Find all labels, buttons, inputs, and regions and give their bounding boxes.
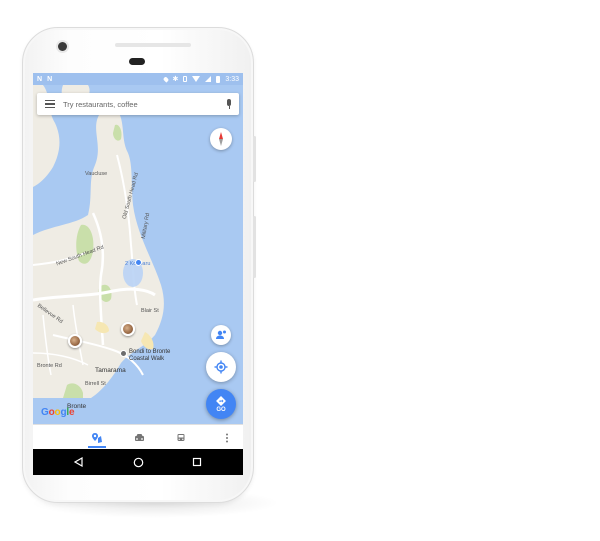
notification-icon: N (37, 75, 43, 83)
poi-bondi-walk-label: Bondi to Bronte Coastal Walk (129, 349, 171, 362)
volume-button (253, 216, 256, 278)
back-icon (74, 457, 83, 467)
home-button[interactable] (125, 449, 151, 475)
label-bronte-rd: Bronte Rd (37, 363, 62, 369)
explore-icon (92, 432, 102, 443)
bottom-navigation (33, 424, 243, 449)
vibrate-icon (183, 76, 188, 82)
tab-transit[interactable] (169, 425, 193, 449)
my-location-button[interactable] (206, 352, 236, 382)
notification-icon: N (47, 75, 53, 83)
front-camera (58, 42, 67, 51)
current-location-dot (135, 259, 142, 266)
earpiece-speaker (115, 43, 191, 47)
location-icon (162, 75, 169, 83)
screen: Vaucluse New South Head Rd Old South Hea… (33, 73, 243, 449)
tab-driving[interactable] (127, 425, 151, 449)
recents-icon (192, 457, 202, 467)
compass-icon (219, 132, 223, 146)
label-tamarama: Tamarama (95, 367, 126, 374)
search-input[interactable] (63, 94, 219, 114)
bluetooth-icon: ✱ (172, 76, 179, 83)
label-vaucluse: Vaucluse (85, 171, 108, 177)
tab-explore[interactable] (85, 425, 109, 449)
share-location-button[interactable] (211, 325, 231, 345)
friend-avatar-1[interactable] (121, 322, 135, 336)
microphone-icon[interactable] (219, 93, 239, 115)
recents-button[interactable] (184, 449, 210, 475)
my-location-icon (214, 360, 228, 374)
poi-marker-icon (120, 350, 127, 357)
signal-icon (205, 76, 212, 82)
status-time: 3:33 (225, 75, 239, 83)
phone-frame: Vaucluse New South Head Rd Old South Hea… (22, 27, 256, 503)
system-navigation-bar (33, 449, 243, 475)
label-blair-st: Blair St (141, 308, 159, 314)
poi-bondi-walk[interactable]: Bondi to Bronte Coastal Walk (120, 349, 170, 363)
power-button (253, 136, 256, 182)
directions-icon (216, 395, 226, 406)
home-icon (133, 457, 143, 467)
menu-icon[interactable] (37, 93, 63, 115)
friend-avatar-2[interactable] (68, 334, 82, 348)
battery-icon (216, 75, 221, 83)
tab-more[interactable] (215, 425, 239, 449)
compass-button[interactable] (210, 128, 232, 150)
proximity-sensor (129, 58, 145, 65)
more-icon (226, 433, 228, 442)
go-button[interactable]: GO (206, 389, 236, 419)
person-pin-icon (216, 330, 226, 339)
driving-icon (134, 433, 144, 441)
label-birrell-st: Birrell St (85, 381, 106, 387)
go-label: GO (216, 406, 226, 413)
back-button[interactable] (66, 449, 92, 475)
search-bar[interactable] (37, 93, 239, 115)
wifi-icon (192, 76, 201, 82)
google-logo: Google (41, 407, 75, 418)
transit-icon (177, 433, 185, 441)
status-bar: N N ✱ 3:33 (33, 73, 243, 85)
